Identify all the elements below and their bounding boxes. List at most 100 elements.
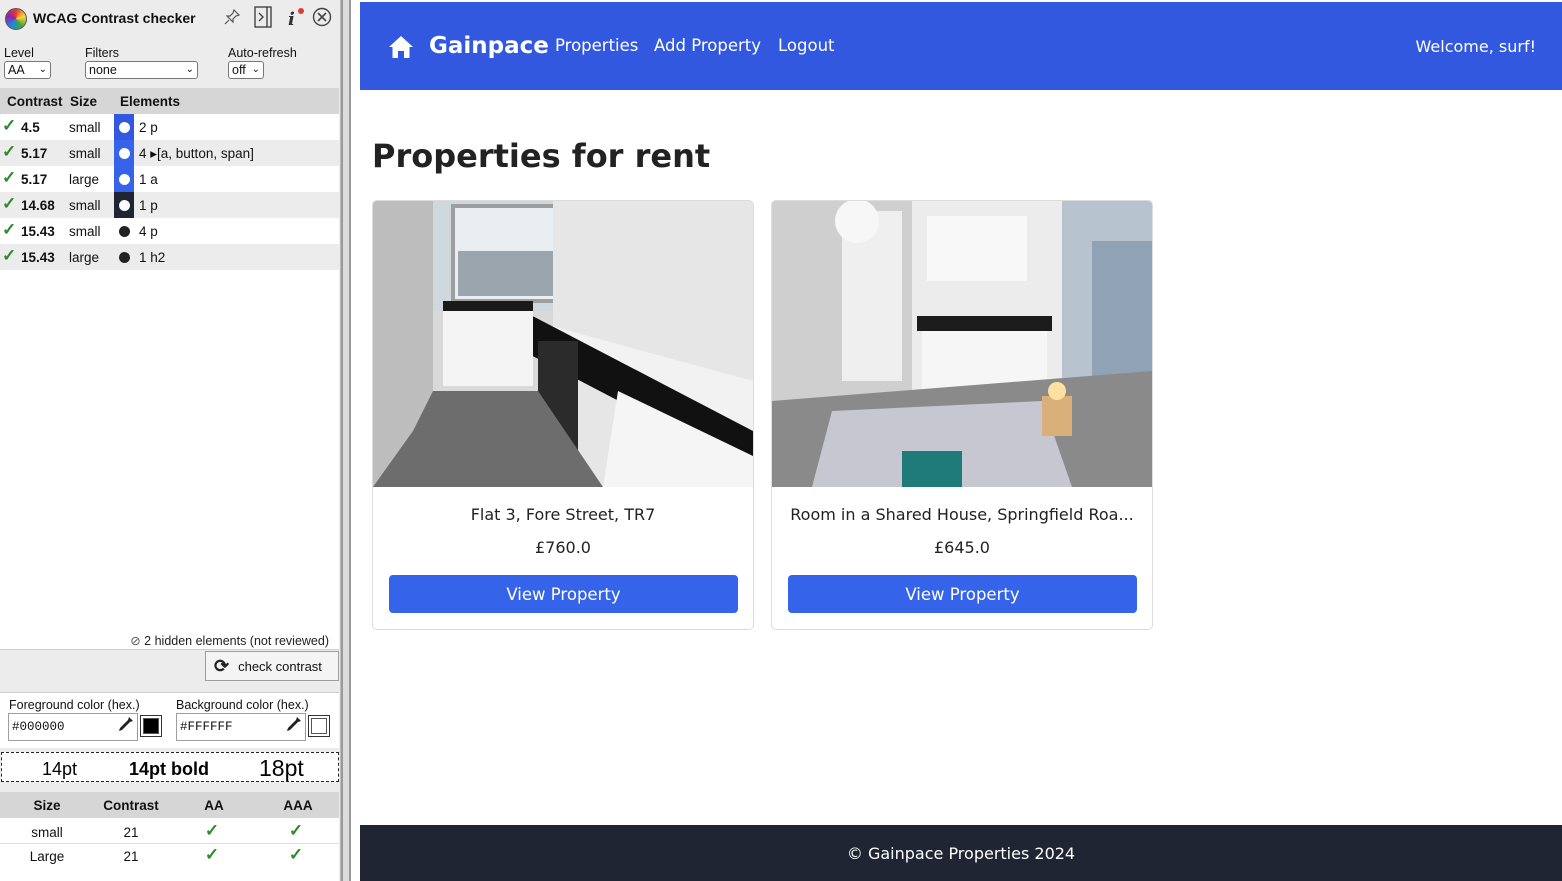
level-select[interactable]: AA ⌄ <box>4 61 51 79</box>
background-swatch <box>114 166 134 192</box>
foreground-dot <box>119 252 130 263</box>
result-row[interactable]: ✓ 14.68 small 1 p <box>0 192 339 218</box>
contrast-checker-panel: WCAG Contrast checker i Level AA ⌄ Filter… <box>0 0 341 881</box>
aaa-pass-icon: ✓ <box>288 821 304 840</box>
elements-summary[interactable]: 4 ▸[a, button, span] <box>139 146 254 162</box>
text-size: large <box>69 172 100 187</box>
elements-summary[interactable]: 1 p <box>139 198 158 213</box>
brand-logo[interactable]: Gainpace <box>429 33 549 59</box>
results-header: Contrast Size Elements <box>0 88 339 114</box>
info-icon[interactable]: i <box>283 6 305 28</box>
sample-14pt-bold: 14pt bold <box>129 759 209 779</box>
panel-resize-handle[interactable] <box>341 0 351 881</box>
navbar: Gainpace Properties Add Property Logout … <box>360 2 1562 90</box>
elements-summary[interactable]: 1 a <box>139 172 158 187</box>
welcome-message: Welcome, surf! <box>1415 37 1536 56</box>
pass-check-icon: ✓ <box>2 142 17 161</box>
gainpace-website: Gainpace Properties Add Property Logout … <box>360 0 1562 881</box>
pin-icon[interactable] <box>221 6 243 28</box>
results-list: ✓ 4.5 small 2 p ✓ 5.17 small 4 ▸[a, butt… <box>0 114 339 650</box>
page-title: Properties for rent <box>372 137 711 175</box>
background-swatch[interactable] <box>308 715 330 737</box>
result-row[interactable]: ✓ 15.43 large 1 h2 <box>0 244 339 270</box>
foreground-label: Foreground color (hex.) <box>9 698 140 712</box>
result-row[interactable]: ✓ 4.5 small 2 p <box>0 114 339 140</box>
text-size: small <box>69 224 101 239</box>
foreground-swatch[interactable] <box>140 715 162 737</box>
contrast-value: 15.43 <box>21 224 55 239</box>
nav-add-property[interactable]: Add Property <box>654 36 761 55</box>
text-size: small <box>69 146 101 161</box>
autorefresh-value: off <box>232 63 246 77</box>
summary-size: Large <box>29 849 65 864</box>
contrast-value: 5.17 <box>21 172 48 187</box>
sample-18pt: 18pt <box>259 755 304 781</box>
refresh-icon: ⟳ <box>214 655 230 676</box>
pass-check-icon: ✓ <box>2 220 17 239</box>
contrast-value: 15.43 <box>21 250 55 265</box>
nav-logout[interactable]: Logout <box>778 36 835 55</box>
chevron-down-icon: ⌄ <box>251 64 260 75</box>
property-photo[interactable] <box>772 201 1152 487</box>
wcag-logo-icon <box>5 8 27 30</box>
filters-value: none <box>89 63 117 77</box>
summary-col-aa: AA <box>204 798 224 813</box>
hidden-elements-text: 2 hidden elements (not reviewed) <box>144 634 329 648</box>
pass-check-icon: ✓ <box>2 168 17 187</box>
autorefresh-select[interactable]: off ⌄ <box>228 61 264 79</box>
elements-summary[interactable]: 1 h2 <box>139 250 165 265</box>
background-eyedropper-icon[interactable] <box>285 715 303 738</box>
result-row[interactable]: ✓ 5.17 large 1 a <box>0 166 339 192</box>
col-contrast[interactable]: Contrast <box>7 94 63 109</box>
autorefresh-label: Auto-refresh <box>228 46 297 60</box>
footer: © Gainpace Properties 2024 <box>360 825 1562 881</box>
background-swatch <box>114 218 134 244</box>
home-icon[interactable] <box>388 35 414 59</box>
summary-row-large: Large 21 ✓ ✓ <box>0 844 339 868</box>
summary-row-small: small 21 ✓ ✓ <box>0 820 339 844</box>
foreground-dot <box>119 122 130 133</box>
hidden-elements-note: ⊘ 2 hidden elements (not reviewed) <box>130 633 329 648</box>
elements-summary[interactable]: 2 p <box>139 120 158 135</box>
background-swatch <box>114 140 134 166</box>
aa-pass-icon: ✓ <box>204 821 220 840</box>
filters-label: Filters <box>85 46 120 60</box>
result-row[interactable]: ✓ 15.43 small 4 p <box>0 218 339 244</box>
contrast-summary-table: Size Contrast AA AAA small 21 ✓ ✓ Large … <box>0 792 339 881</box>
chevron-down-icon: ⌄ <box>185 64 194 75</box>
result-row[interactable]: ✓ 5.17 small 4 ▸[a, button, span] <box>0 140 339 166</box>
view-property-button[interactable]: View Property <box>389 575 738 613</box>
filters-option: Filters none ⌄ <box>85 46 198 79</box>
pass-check-icon: ✓ <box>2 116 17 135</box>
foreground-eyedropper-icon[interactable] <box>117 715 135 738</box>
level-label: Level <box>4 46 34 60</box>
foreground-dot <box>119 148 130 159</box>
col-size[interactable]: Size <box>70 94 97 109</box>
color-inputs: Foreground color (hex.) #000000 Backgrou… <box>0 692 339 748</box>
property-photo[interactable] <box>373 201 753 487</box>
property-card: Flat 3, Fore Street, TR7 £760.0 View Pro… <box>372 200 754 630</box>
filters-select[interactable]: none ⌄ <box>85 61 198 79</box>
foreground-dot <box>119 200 130 211</box>
contrast-value: 5.17 <box>21 146 48 161</box>
footer-copyright: © Gainpace Properties 2024 <box>846 843 1076 863</box>
background-swatch <box>114 244 134 270</box>
dock-icon[interactable] <box>252 6 274 28</box>
view-property-button[interactable]: View Property <box>788 575 1137 613</box>
contrast-value: 14.68 <box>21 198 55 213</box>
summary-col-contrast: Contrast <box>103 798 159 813</box>
check-contrast-button[interactable]: ⟳ check contrast <box>205 651 339 681</box>
nav-properties[interactable]: Properties <box>555 36 638 55</box>
col-elements[interactable]: Elements <box>120 94 180 109</box>
panel-title: WCAG Contrast checker <box>33 10 196 26</box>
summary-contrast: 21 <box>123 849 139 864</box>
chevron-down-icon: ⌄ <box>38 64 47 75</box>
close-icon[interactable] <box>311 6 333 28</box>
summary-size: small <box>31 825 63 840</box>
elements-summary[interactable]: 4 p <box>139 224 158 239</box>
text-size: small <box>69 198 101 213</box>
foreground-dot <box>119 174 130 185</box>
background-swatch <box>114 114 134 140</box>
property-price: £645.0 <box>934 538 990 557</box>
text-size-samples: 14pt 14pt bold 18pt <box>1 752 339 782</box>
